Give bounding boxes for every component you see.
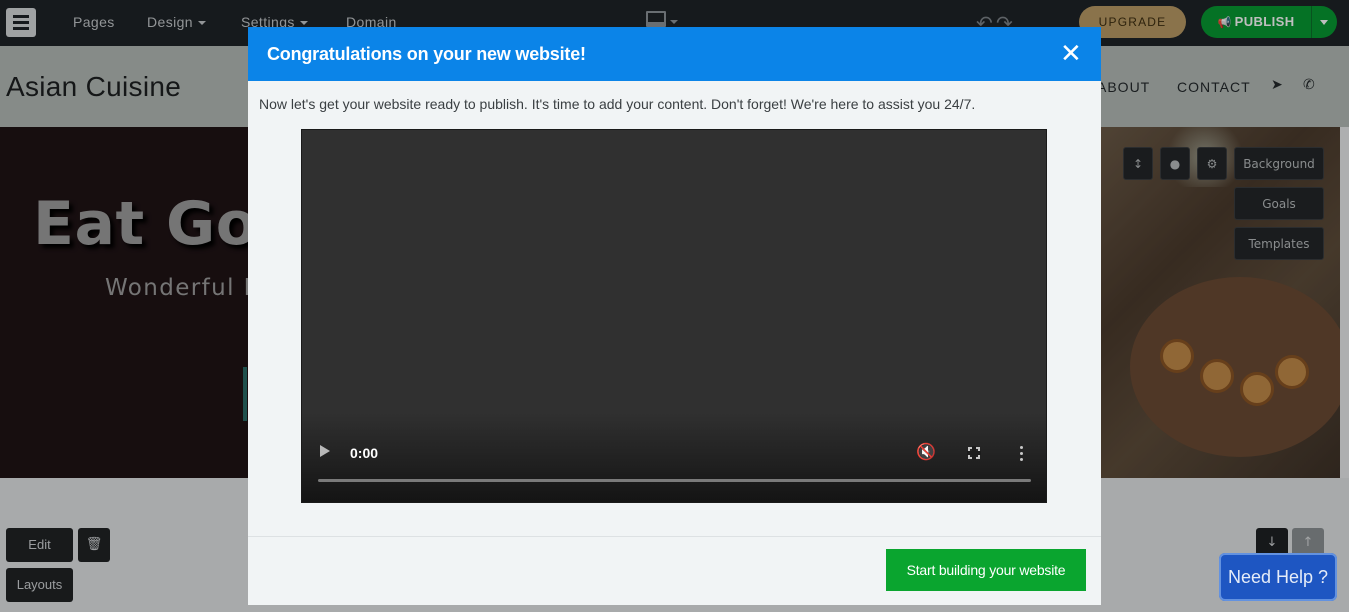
modal-divider bbox=[248, 536, 1101, 537]
start-building-button[interactable]: Start building your website bbox=[886, 549, 1086, 591]
modal-header: Congratulations on your new website! ✕ bbox=[248, 27, 1101, 81]
more-options-icon[interactable] bbox=[1020, 446, 1024, 462]
video-seek-bar[interactable] bbox=[318, 479, 1031, 482]
fullscreen-icon[interactable] bbox=[967, 446, 981, 460]
video-time: 0:00 bbox=[350, 445, 379, 461]
need-help-button[interactable]: Need Help ? bbox=[1219, 553, 1337, 601]
video-player[interactable]: 0:00 🔇 bbox=[301, 129, 1047, 503]
close-icon[interactable]: ✕ bbox=[1060, 41, 1082, 67]
welcome-modal: Congratulations on your new website! ✕ N… bbox=[248, 27, 1101, 605]
modal-description: Now let's get your website ready to publ… bbox=[259, 96, 976, 112]
mute-icon[interactable]: 🔇 bbox=[916, 442, 936, 461]
play-icon[interactable] bbox=[320, 445, 330, 457]
modal-title: Congratulations on your new website! bbox=[267, 44, 586, 64]
